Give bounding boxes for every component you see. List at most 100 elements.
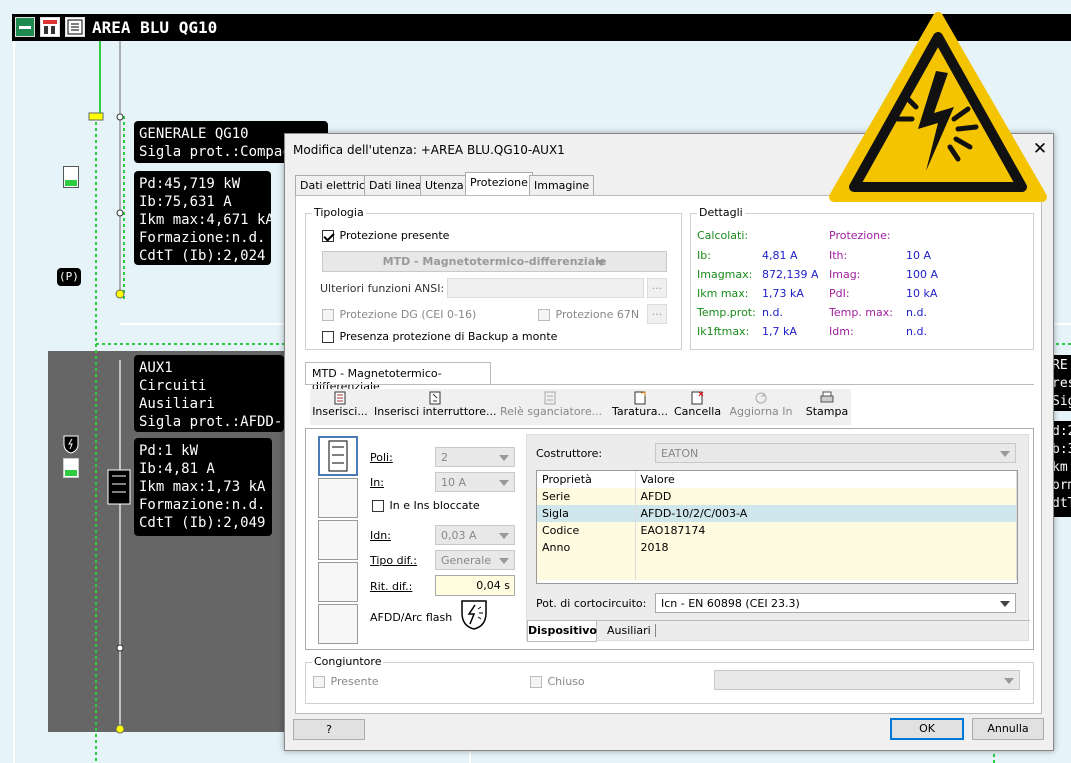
- tab-dispositivo[interactable]: Dispositivo: [527, 621, 597, 642]
- block-line: CdtT (Ib):2,049 %: [139, 515, 272, 531]
- block-line: Ib:75,631 A: [139, 194, 232, 210]
- window-title: AREA BLU QG10: [92, 18, 218, 37]
- table-row[interactable]: Codice EAO187174: [537, 522, 1017, 539]
- prot-dg-row[interactable]: Protezione DG (CEI 0-16): [322, 308, 476, 321]
- arc-shield-icon: [62, 434, 80, 454]
- delete-button[interactable]: Cancella: [674, 389, 722, 425]
- block-line: Circuiti: [139, 378, 207, 394]
- protezione-presente-checkbox[interactable]: [322, 230, 334, 242]
- detail-value: n.d.: [906, 325, 927, 338]
- presente-label: Presente: [330, 675, 379, 688]
- chiuso-checkbox[interactable]: [530, 676, 542, 688]
- aux1-data[interactable]: Pd:1 kW Ib:4,81 A Ikm max:1,73 kA Formaz…: [134, 438, 272, 536]
- ansi-field[interactable]: [447, 278, 644, 298]
- tipologia-group: Tipologia Protezione presente MTD - Magn…: [305, 206, 682, 350]
- dettagli-legend: Dettagli: [697, 206, 745, 219]
- update-in-button[interactable]: Aggiorna In: [728, 389, 794, 425]
- prot-67n-checkbox[interactable]: [538, 309, 550, 321]
- prop-value: 2018: [635, 539, 1017, 556]
- prot-67n-browse-button[interactable]: ...: [647, 304, 667, 324]
- insert-breaker-button[interactable]: Inserisci interruttore...: [374, 389, 496, 425]
- table-row-selected[interactable]: Sigla AFDD-10/2/C/003-A: [537, 505, 1017, 522]
- poli-select[interactable]: 2: [435, 447, 515, 467]
- device-details: Costruttore: EATON Proprietà Valore Seri…: [526, 434, 1030, 642]
- toolbar-label: Aggiorna In: [729, 405, 793, 418]
- costruttore-value: EATON: [661, 447, 699, 460]
- block-line: Sigla: [1052, 394, 1071, 409]
- toolbar-label: Inserisci interruttore...: [374, 405, 497, 418]
- in-bloccate-checkbox[interactable]: [372, 500, 384, 512]
- prot-dg-checkbox[interactable]: [322, 309, 334, 321]
- device-slot[interactable]: [318, 478, 358, 518]
- block-line: d:2: [1052, 424, 1071, 439]
- tab-ausiliari[interactable]: Ausiliari: [603, 624, 656, 637]
- block-line: Ikm max:4,671 kA: [139, 212, 271, 228]
- help-button[interactable]: ?: [293, 719, 365, 740]
- costruttore-select[interactable]: EATON: [655, 443, 1016, 463]
- print-button[interactable]: Stampa: [804, 389, 850, 425]
- idn-value: 0,03 A: [441, 529, 477, 542]
- edit-load-dialog: Modifica dell'utenza: +AREA BLU.QG10-AUX…: [284, 133, 1054, 751]
- detail-label: Idm:: [829, 325, 854, 338]
- tab-dati-linea[interactable]: Dati linea: [364, 175, 427, 195]
- prop-name: Codice: [537, 522, 636, 539]
- detail-label: Imagmax:: [697, 268, 753, 281]
- detail-label: Ith:: [829, 249, 848, 262]
- tab-immagine[interactable]: Immagine: [529, 175, 595, 195]
- cancel-button[interactable]: Annulla: [972, 718, 1044, 740]
- insert-button[interactable]: Inserisci...: [310, 389, 370, 425]
- protection-type-select[interactable]: MTD - Magnetotermico-differenziale: [322, 251, 667, 272]
- toolbar-label: Cancella: [674, 405, 722, 418]
- backup-row[interactable]: Presenza protezione di Backup a monte: [322, 330, 557, 343]
- block-line: CdtT (Ib):2,024 %: [139, 248, 271, 264]
- network-icon[interactable]: [40, 17, 60, 37]
- tab-utenza[interactable]: Utenza: [420, 175, 469, 195]
- chiuso-label: Chiuso: [547, 675, 585, 688]
- battery-icon: [63, 166, 79, 188]
- collapse-icon[interactable]: [15, 17, 35, 37]
- tab-dati-elettrici[interactable]: Dati elettrici: [295, 175, 373, 195]
- idn-select[interactable]: 0,03 A: [435, 525, 515, 545]
- device-area: Poli: 2 In: 10 A In e Ins bloccate Idn: …: [305, 428, 1034, 650]
- main-breaker-data[interactable]: Pd:45,719 kW Ib:75,631 A Ikm max:4,671 k…: [134, 171, 271, 265]
- table-row[interactable]: Serie AFDD: [537, 488, 1017, 505]
- in-bloccate-row[interactable]: In e Ins bloccate: [372, 499, 480, 512]
- calibrate-icon: [634, 391, 646, 405]
- prot-67n-row[interactable]: Protezione 67N: [538, 308, 639, 321]
- backup-checkbox[interactable]: [322, 331, 334, 343]
- block-line: dtT: [1052, 496, 1071, 511]
- toolbar-label: Stampa: [805, 405, 849, 418]
- presente-checkbox[interactable]: [313, 676, 325, 688]
- ok-button[interactable]: OK: [890, 718, 964, 740]
- in-select[interactable]: 10 A: [435, 472, 515, 492]
- congiuntore-select[interactable]: [714, 670, 1020, 690]
- in-bloccate-label: In e Ins bloccate: [389, 499, 480, 512]
- pot-select[interactable]: Icn - EN 60898 (CEI 23.3): [655, 593, 1016, 613]
- relay-button[interactable]: Relè sganciatore...: [500, 389, 602, 425]
- ansi-browse-button[interactable]: ...: [647, 278, 667, 298]
- subtab-mtd[interactable]: MTD - Magnetotermico-differenziale: [305, 362, 491, 393]
- detail-value: 100 A: [906, 268, 939, 281]
- props-header-proprieta: Proprietà: [537, 471, 636, 488]
- device-slot[interactable]: [318, 562, 358, 602]
- tab-protezione[interactable]: Protezione: [465, 172, 533, 196]
- presente-row[interactable]: Presente: [313, 675, 379, 688]
- block-line: Formazione:n.d.: [139, 230, 266, 246]
- chiuso-row[interactable]: Chiuso: [530, 675, 585, 688]
- tipo-dif-select[interactable]: Generale: [435, 550, 515, 570]
- properties-table[interactable]: Proprietà Valore Serie AFDD Sigla AFDD-1…: [536, 470, 1018, 584]
- device-slot[interactable]: [318, 604, 358, 644]
- protezione-presente-row[interactable]: Protezione presente: [322, 229, 449, 242]
- taratura-button[interactable]: Taratura...: [610, 389, 670, 425]
- list-icon[interactable]: [65, 17, 85, 37]
- refresh-icon: [755, 392, 767, 404]
- subtab-divider: [305, 384, 1034, 385]
- device-slot[interactable]: [318, 520, 358, 560]
- device-slot-selected[interactable]: [318, 436, 358, 476]
- block-line: orm: [1052, 478, 1071, 493]
- aux1-label[interactable]: AUX1 Circuiti Ausiliari Sigla prot.:AFDD…: [134, 355, 284, 432]
- table-row[interactable]: Anno 2018: [537, 539, 1017, 556]
- rit-dif-input[interactable]: 0,04 s: [435, 575, 515, 596]
- detail-value: 1,7 kA: [762, 325, 797, 338]
- block-line: Pd:1 kW: [139, 443, 199, 459]
